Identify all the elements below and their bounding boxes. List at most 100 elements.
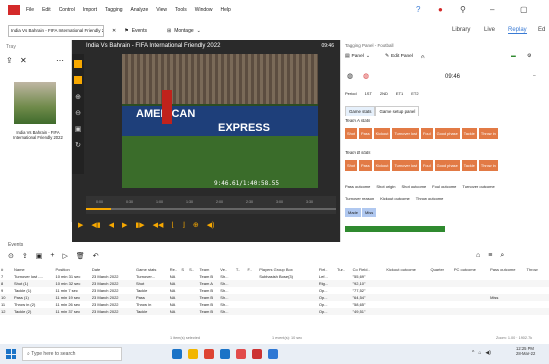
rewind-icon[interactable]: ◀◀ <box>153 222 164 230</box>
navtab-library[interactable]: Library <box>452 27 470 33</box>
filter-icon[interactable]: ⊙ <box>8 252 14 260</box>
edge-icon[interactable] <box>172 349 182 359</box>
more-icon[interactable]: ⋯ <box>56 56 64 65</box>
save-icon[interactable]: ▣ <box>36 252 43 260</box>
table-row[interactable]: 8 Shot (1) 10 min 32 sec 23 March 2022 Shot N… <box>0 280 549 287</box>
tag-pass[interactable]: Pass <box>359 128 372 139</box>
zoom-in-icon[interactable]: ⊕ <box>74 94 82 102</box>
maximize-icon[interactable]: ▢ <box>520 5 528 14</box>
sync-icon[interactable]: ↻ <box>74 142 82 150</box>
delete-icon[interactable]: 🗑 <box>76 252 85 260</box>
column-header[interactable]: Co Field.. <box>352 266 386 273</box>
notes-icon[interactable] <box>74 76 82 84</box>
pin-icon[interactable]: ⚲ <box>460 5 466 14</box>
step-back-icon[interactable]: ◀ <box>109 222 114 230</box>
home-icon[interactable]: ⌂ <box>476 252 480 260</box>
column-header[interactable]: Fiel.. <box>318 266 336 273</box>
document-tab[interactable]: India Vs Bahrain - FIFA International Fr… <box>8 25 104 37</box>
column-header[interactable]: Re.. <box>169 266 181 273</box>
tagging-icon[interactable] <box>74 60 82 68</box>
collapse-icon[interactable]: – <box>533 74 536 79</box>
column-header[interactable]: Name <box>13 266 55 273</box>
mark-in-icon[interactable]: ⌊ <box>171 222 174 230</box>
tag-foul[interactable]: Foul <box>421 160 433 171</box>
turnover-reason[interactable]: Turnover reason <box>345 196 374 201</box>
pass-outcome[interactable]: Pass outcome <box>345 184 370 189</box>
tag-kickout[interactable]: Kickout <box>373 160 391 171</box>
column-header[interactable]: Pass outcome <box>489 266 525 273</box>
apple-icon[interactable]: ◍ <box>347 72 353 80</box>
taskbar-search[interactable]: ⌕ Type here to search <box>22 347 122 361</box>
table-row[interactable]: 9 Tackle (1) 11 min 7 sec 23 March 2022 Tack… <box>0 287 549 294</box>
montage-toolbar-item[interactable]: ⊞ Montage ⌄ <box>167 28 201 34</box>
tag-tackle[interactable]: Tackle <box>461 160 477 171</box>
turnover-outcome[interactable]: Turnover outcome <box>462 184 494 189</box>
menu-help[interactable]: Help <box>221 7 231 13</box>
app-icon[interactable] <box>204 349 214 359</box>
column-header[interactable]: T.. <box>235 266 247 273</box>
frame-forward-icon[interactable]: ▮▶ <box>135 222 144 230</box>
menu-edit[interactable]: Edit <box>42 7 51 13</box>
column-header[interactable]: # <box>0 266 13 273</box>
search-icon[interactable]: ⌕ <box>500 252 504 260</box>
tag-kickout[interactable]: Kickout <box>373 128 391 139</box>
navtab-live[interactable]: Live <box>484 27 495 33</box>
app-icon[interactable] <box>252 349 262 359</box>
playback-progress[interactable] <box>86 208 336 210</box>
kickout-outcome[interactable]: Kickout outcome <box>380 196 410 201</box>
tab-game-stats[interactable]: Game stats <box>345 106 376 116</box>
table-row[interactable]: 11 Throw in (2) 11 min 26 sec 23 March 2022… <box>0 301 549 308</box>
volume-icon[interactable]: ◀) <box>207 222 215 230</box>
app-icon[interactable] <box>236 349 246 359</box>
column-header[interactable]: Quarter <box>429 266 452 273</box>
shot-origin[interactable]: Shot origin <box>376 184 395 189</box>
menu-control[interactable]: Control <box>59 7 75 13</box>
menu-view[interactable]: View <box>156 7 167 13</box>
column-header[interactable]: Date <box>91 266 135 273</box>
throw-outcome[interactable]: Throw outcome <box>416 196 444 201</box>
column-header[interactable]: Kickout outcome <box>385 266 429 273</box>
column-header[interactable]: Ve.. <box>219 266 235 273</box>
menu-tools[interactable]: Tools <box>175 7 187 13</box>
menu-analyze[interactable]: Analyze <box>131 7 149 13</box>
menu-window[interactable]: Window <box>195 7 213 13</box>
table-row[interactable]: 10 Pass (1) 11 min 19 sec 23 March 2022 Pass… <box>0 294 549 301</box>
play-icon[interactable]: ▷ <box>62 252 67 260</box>
column-header[interactable]: Players Group Box <box>258 266 318 273</box>
add-icon[interactable]: + <box>50 252 54 260</box>
tag-throw-in[interactable]: Throw in <box>478 128 498 139</box>
period-et1[interactable]: ET1 <box>396 91 403 96</box>
step-forward-icon[interactable]: ▶ <box>122 222 127 230</box>
foul-outcome[interactable]: Foul outcome <box>432 184 456 189</box>
play-icon[interactable]: ▶ <box>78 222 83 230</box>
period-1st[interactable]: 1ST <box>365 91 372 96</box>
mark-out-icon[interactable]: ⌋ <box>182 222 185 230</box>
add-clip-icon[interactable]: ⊕ <box>193 222 199 230</box>
settings-icon[interactable]: ⚙ <box>527 54 531 59</box>
period-2nd[interactable]: 2ND <box>380 91 388 96</box>
tag-foul[interactable]: Foul <box>421 128 433 139</box>
zoom-out-icon[interactable]: ⊖ <box>74 110 82 118</box>
align-icon[interactable]: ⩀ <box>421 54 424 60</box>
folder-icon[interactable] <box>188 349 198 359</box>
navtab-replay[interactable]: Replay <box>508 27 527 34</box>
column-header[interactable]: Tur.. <box>336 266 352 273</box>
events-toolbar-item[interactable]: ⚑ Events <box>124 28 147 34</box>
column-header[interactable]: Team <box>199 266 220 273</box>
miss-button[interactable]: Miss <box>362 208 377 217</box>
column-header[interactable]: Position <box>55 266 91 273</box>
timeline-scrubber[interactable]: 0:00 0:30 1:00 1:30 2:00 2:30 3:00 3:30 <box>86 196 336 214</box>
edit-panel-button[interactable]: ✎ Edit Panel <box>385 54 413 59</box>
tab-game-setup[interactable]: Game setup panel <box>375 106 420 116</box>
column-header[interactable]: Game stats <box>135 266 169 273</box>
tag-turnover-lost[interactable]: Turnover lost <box>392 128 419 139</box>
table-row[interactable]: 12 Tackle (2) 11 min 37 sec 23 March 2022 Ta… <box>0 308 549 315</box>
bomb-icon[interactable]: ◍ <box>363 72 369 80</box>
share-icon[interactable]: ⇪ <box>22 252 28 260</box>
tag-turnover-lost[interactable]: Turnover lost <box>392 160 419 171</box>
close-tab-icon[interactable]: ✕ <box>112 28 116 34</box>
menu-tagging[interactable]: Tagging <box>105 7 123 13</box>
menu-import[interactable]: Import <box>83 7 97 13</box>
list-icon[interactable]: ≡ <box>488 252 492 260</box>
column-header[interactable]: PC outcome <box>453 266 489 273</box>
